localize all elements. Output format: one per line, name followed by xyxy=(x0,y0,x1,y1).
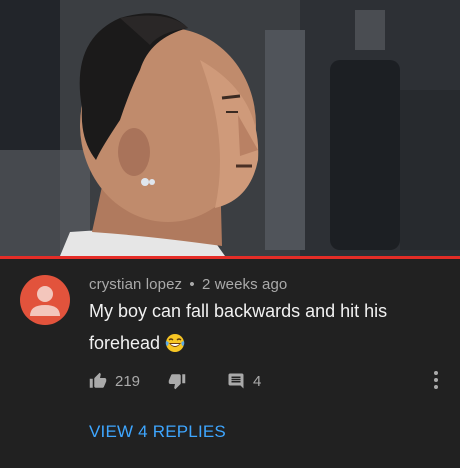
thumbs-down-icon[interactable] xyxy=(168,372,186,390)
comment-timestamp: 2 weeks ago xyxy=(202,276,288,293)
reply-action: 4 xyxy=(227,370,261,392)
comment-body: My boy can fall backwards and hit his fo… xyxy=(89,295,419,363)
like-action: 219 xyxy=(89,370,140,392)
more-vertical-icon xyxy=(434,371,438,389)
comment-text: My boy can fall backwards and hit his fo… xyxy=(89,301,388,353)
default-person-avatar-icon xyxy=(30,286,60,316)
video-frame-image xyxy=(0,0,460,256)
laughing-tears-emoji-icon xyxy=(165,331,185,363)
reply-count: 4 xyxy=(253,372,262,390)
comment-thread: crystian lopez • 2 weeks ago My boy can … xyxy=(0,259,460,468)
comment-header: crystian lopez • 2 weeks ago xyxy=(89,276,287,293)
dislike-action xyxy=(168,370,186,392)
author-name[interactable]: crystian lopez xyxy=(89,276,182,293)
comment-reply-icon[interactable] xyxy=(227,372,245,390)
more-options-button[interactable] xyxy=(428,368,444,392)
thumbs-up-icon[interactable] xyxy=(89,372,107,390)
user-avatar[interactable] xyxy=(20,275,70,325)
like-count: 219 xyxy=(115,372,141,390)
separator-dot: • xyxy=(189,276,195,293)
view-replies-link[interactable]: VIEW 4 REPLIES xyxy=(89,422,226,442)
video-thumbnail[interactable] xyxy=(0,0,460,256)
